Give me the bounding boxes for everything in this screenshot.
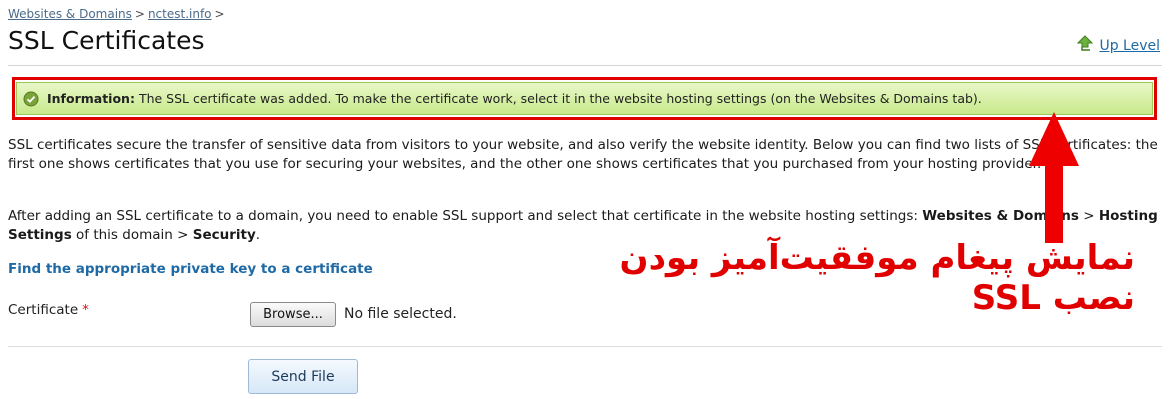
page-title: SSL Certificates bbox=[8, 26, 205, 55]
breadcrumb-domain[interactable]: nctest.info bbox=[148, 7, 212, 21]
divider bbox=[8, 346, 1162, 347]
send-file-button[interactable]: Send File bbox=[248, 359, 358, 394]
annotation-highlight-box bbox=[12, 77, 1157, 120]
up-level-link[interactable]: Up Level bbox=[1077, 35, 1160, 56]
annotation-arrow-icon bbox=[1029, 112, 1079, 243]
file-status: No file selected. bbox=[344, 306, 457, 322]
divider bbox=[8, 65, 1162, 66]
browse-button[interactable]: Browse... bbox=[250, 302, 336, 327]
required-marker: * bbox=[82, 302, 89, 318]
instructions-end: . bbox=[255, 227, 261, 243]
breadcrumb-separator: > bbox=[214, 7, 225, 21]
certificate-label-text: Certificate bbox=[8, 302, 79, 318]
instructions-security: Security bbox=[192, 227, 256, 243]
certificate-field-label: Certificate * bbox=[8, 302, 89, 318]
instructions-middle: of this domain > bbox=[71, 227, 193, 243]
breadcrumb: Websites & Domains > nctest.info > bbox=[8, 7, 228, 21]
find-private-key-link[interactable]: Find the appropriate private key to a ce… bbox=[8, 261, 373, 277]
breadcrumb-websites-domains[interactable]: Websites & Domains bbox=[8, 7, 132, 21]
up-arrow-icon bbox=[1077, 35, 1094, 56]
up-level-label[interactable]: Up Level bbox=[1099, 38, 1160, 54]
annotation-text: نمایش پیغام موفقیت‌آمیز بودن نصب SSL bbox=[619, 238, 1135, 318]
ssl-description: SSL certificates secure the transfer of … bbox=[8, 137, 1158, 172]
breadcrumb-separator: > bbox=[134, 7, 145, 21]
instructions-text: After adding an SSL certificate to a dom… bbox=[8, 208, 923, 224]
